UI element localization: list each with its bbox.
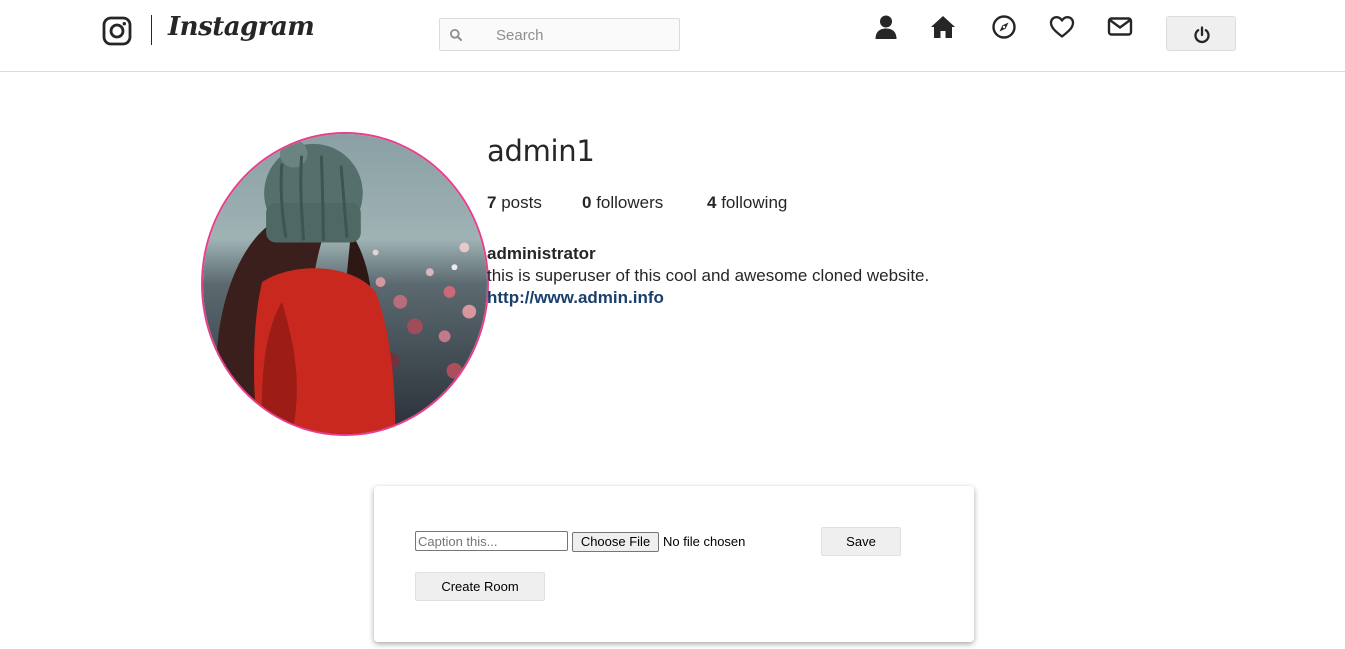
instagram-wordmark[interactable]: Instagram bbox=[168, 12, 315, 42]
profile-website-link[interactable]: http://www.admin.info bbox=[487, 288, 664, 308]
avatar-image bbox=[203, 134, 487, 434]
caption-input[interactable] bbox=[415, 531, 568, 551]
profile-avatar[interactable] bbox=[201, 132, 489, 436]
file-status: No file chosen bbox=[663, 534, 746, 549]
posts-count: 7 bbox=[487, 193, 497, 212]
followers-count: 0 bbox=[582, 193, 592, 212]
upload-card: Choose File No file chosen Save Create R… bbox=[374, 486, 974, 642]
posts-label: posts bbox=[501, 193, 542, 212]
mail-icon[interactable] bbox=[1107, 14, 1133, 40]
followers-label: followers bbox=[596, 193, 664, 212]
save-button[interactable]: Save bbox=[821, 527, 901, 556]
posts-stat[interactable]: 7 posts bbox=[487, 193, 542, 213]
profile-bio: this is superuser of this cool and aweso… bbox=[487, 266, 930, 285]
search-input[interactable] bbox=[496, 24, 666, 46]
logout-button[interactable] bbox=[1166, 16, 1236, 51]
following-stat[interactable]: 4 following bbox=[707, 193, 787, 213]
search-icon bbox=[449, 28, 463, 42]
top-navbar: Instagram bbox=[0, 0, 1345, 72]
create-room-button[interactable]: Create Room bbox=[415, 572, 545, 601]
heart-icon[interactable] bbox=[1049, 14, 1075, 40]
following-label: following bbox=[721, 193, 788, 212]
power-icon bbox=[1194, 26, 1210, 44]
profile-username: admin1 bbox=[487, 134, 595, 168]
followers-stat[interactable]: 0 followers bbox=[582, 193, 663, 213]
following-count: 4 bbox=[707, 193, 717, 212]
home-icon[interactable] bbox=[930, 14, 956, 40]
logo-divider bbox=[151, 15, 152, 45]
instagram-logo-icon[interactable] bbox=[102, 16, 132, 46]
choose-file-button[interactable]: Choose File bbox=[572, 532, 659, 552]
profile-full-name: administrator bbox=[487, 244, 596, 263]
search-box[interactable] bbox=[439, 18, 680, 51]
explore-icon[interactable] bbox=[991, 14, 1017, 40]
profile-icon[interactable] bbox=[873, 14, 899, 40]
